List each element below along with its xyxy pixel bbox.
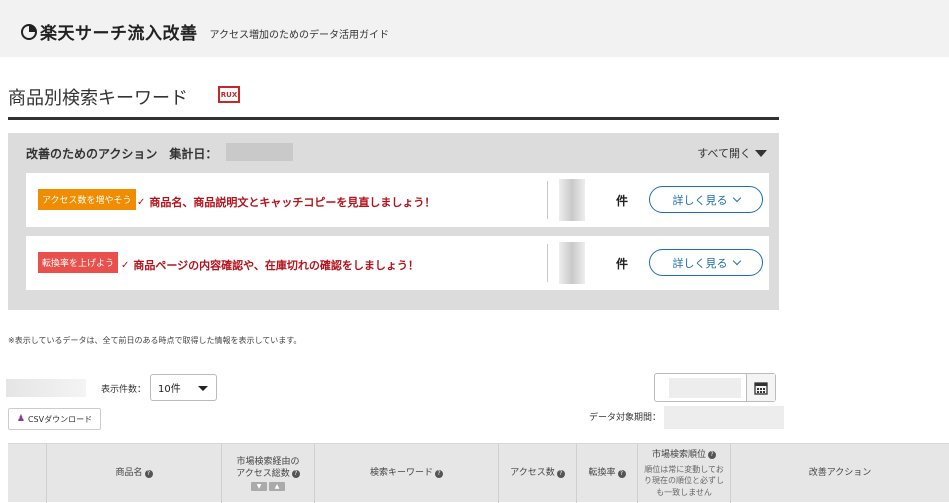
result-count-value [6, 379, 86, 397]
detail-button[interactable]: 詳しく見る [649, 249, 763, 276]
check-icon: ✓ [121, 259, 130, 271]
th-conversion-label: 転換率 [588, 468, 616, 479]
action-panel-heading: 改善のためのアクション 集計日： [26, 147, 218, 161]
th-conversion[interactable]: 転換率? [577, 444, 638, 503]
row-divider [547, 244, 548, 282]
help-icon[interactable]: ? [435, 469, 443, 478]
help-icon[interactable]: ? [556, 469, 565, 478]
th-keyword-label: 検索キーワード [369, 468, 433, 479]
per-page-label: 表示件数： [101, 385, 147, 395]
user-icon: ♟ [16, 414, 25, 424]
chevron-down-icon [732, 256, 741, 266]
detail-button[interactable]: 詳しく見る [649, 186, 763, 213]
per-page-select[interactable]: 10件 [150, 374, 217, 401]
action-count-value [559, 179, 585, 221]
detail-button-label: 詳しく見る [672, 256, 728, 270]
th-market-access-line1: 市場検索経由の [236, 456, 300, 467]
chevron-down-icon [732, 193, 741, 203]
action-tag: アクセス数を増やそう [38, 189, 136, 210]
sort-buttons: ▼ ▲ [250, 482, 286, 492]
table-header: 商品名? 市場検索経由の アクセス総数? ▼ ▲ 検索キーワード? アクセス数?… [8, 443, 949, 503]
csv-download-button[interactable]: ♟ CSVダウンロード [8, 408, 101, 430]
open-all-toggle[interactable]: すべて開く [697, 145, 767, 161]
row-divider [547, 181, 548, 219]
th-rank[interactable]: 市場検索順位? 順位は常に変動してお り現在の順位と必ずし も一致しません [638, 444, 731, 503]
count-unit: 件 [616, 257, 629, 271]
check-icon: ✓ [137, 196, 146, 208]
per-page-value: 10件 [158, 384, 181, 395]
app-subtitle: アクセス増加のためのデータ活用ガイド [209, 29, 390, 41]
csv-download-label: CSVダウンロード [27, 414, 93, 424]
action-text-label: 商品名、商品説明文とキャッチコピーを見直しましょう！ [149, 196, 436, 209]
th-access[interactable]: アクセス数? [499, 444, 577, 503]
brand: 楽天サーチ流入改善 アクセス増加のためのデータ活用ガイド [20, 19, 389, 44]
action-row-conversion: 転換率を上げよう ✓ 商品ページの内容確認や、在庫切れの確認をしましょう！ 件 … [26, 236, 769, 290]
aggregation-date-value [226, 143, 293, 161]
action-count-value [559, 242, 585, 284]
count-unit: 件 [616, 194, 629, 208]
triangle-down-icon [755, 149, 767, 157]
open-all-label: すべて開く [697, 147, 751, 160]
th-product-label: 商品名 [115, 468, 143, 479]
date-picker-value [669, 378, 741, 398]
data-note: ※表示しているデータは、全て前日のある時点で取得した情報を表示しています。 [8, 336, 302, 345]
period-label: データ対象期間： [589, 413, 662, 423]
top-bar: 楽天サーチ流入改善 アクセス増加のためのデータ活用ガイド [0, 0, 949, 57]
th-product[interactable]: 商品名? [47, 444, 222, 503]
sort-asc-icon[interactable]: ▲ [269, 482, 285, 492]
calendar-button[interactable] [746, 374, 775, 401]
action-text: ✓ 商品名、商品説明文とキャッチコピーを見直しましょう！ [137, 194, 435, 210]
th-action-label: 改善アクション [808, 468, 872, 479]
page-title: 商品別検索キーワード [8, 88, 188, 109]
date-picker-field[interactable] [654, 373, 776, 402]
th-action: 改善アクション [731, 444, 949, 503]
action-row-access: アクセス数を増やそう ✓ 商品名、商品説明文とキャッチコピーを見直しましょう！ … [26, 173, 769, 227]
sort-desc-icon[interactable]: ▼ [251, 482, 267, 492]
action-text-label: 商品ページの内容確認や、在庫切れの確認をしましょう！ [133, 259, 419, 272]
pie-chart-icon [21, 23, 37, 40]
rux-badge-icon: RUX [218, 86, 240, 103]
th-market-access-line2: アクセス総数 [236, 469, 290, 479]
help-icon[interactable]: ? [291, 469, 300, 478]
triangle-down-icon [198, 386, 208, 391]
title-divider [8, 117, 779, 120]
th-select [8, 444, 47, 503]
action-tag: 転換率を上げよう [38, 252, 119, 273]
th-keyword[interactable]: 検索キーワード? [315, 444, 499, 503]
action-panel: 改善のためのアクション 集計日： すべて開く アクセス数を増やそう ✓ 商品名、… [8, 133, 779, 310]
th-rank-note: 順位は常に変動してお り現在の順位と必ずし も一致しません [644, 465, 724, 497]
th-market-access[interactable]: 市場検索経由の アクセス総数? ▼ ▲ [222, 444, 315, 503]
period-value [664, 406, 784, 429]
help-icon[interactable]: ? [708, 450, 716, 459]
th-rank-label: 市場検索順位 [651, 450, 706, 460]
app-title: 楽天サーチ流入改善 [40, 24, 198, 44]
help-icon[interactable]: ? [617, 469, 626, 478]
action-text: ✓ 商品ページの内容確認や、在庫切れの確認をしましょう！ [121, 257, 419, 273]
calendar-icon [754, 381, 768, 395]
help-icon[interactable]: ? [144, 469, 153, 478]
detail-button-label: 詳しく見る [672, 193, 728, 207]
th-access-label: アクセス数 [510, 468, 555, 479]
